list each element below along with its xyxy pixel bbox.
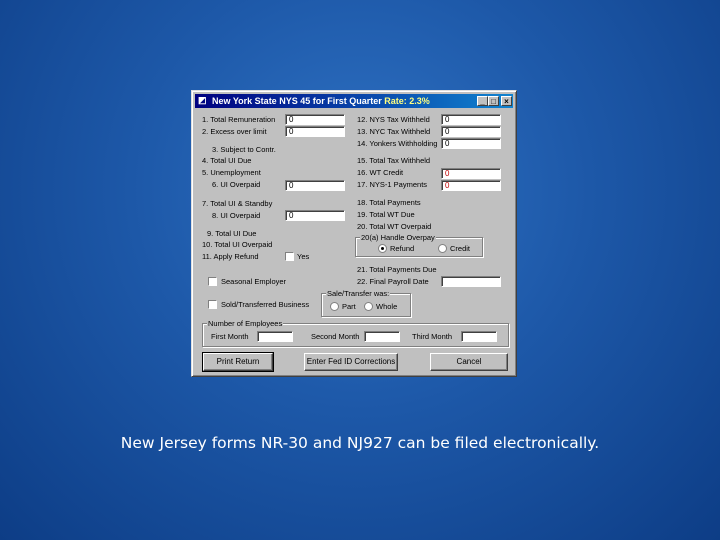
slide-caption: New Jersey forms NR-30 and NJ927 can be … — [120, 434, 600, 452]
seasonal-employer-checkbox[interactable] — [208, 277, 217, 286]
handle-overpay-group: 20(a) Handle Overpay Refund Credit — [355, 233, 483, 257]
refund-label: Refund — [390, 244, 415, 253]
app-icon: ◩ — [198, 95, 207, 105]
line16-label: 16. WT Credit — [357, 168, 404, 177]
line17-label: 17. NYS-1 Payments — [357, 180, 428, 189]
nys-tax-withheld-field[interactable]: 0 — [441, 114, 501, 125]
line13-label: 13. NYC Tax Withheld — [357, 127, 431, 136]
handle-overpay-title: 20(a) Handle Overpay — [360, 233, 436, 242]
line9-label: 9. Total UI Due — [207, 229, 257, 238]
minimize-button[interactable]: _ — [477, 96, 488, 106]
line19-label: 19. Total WT Due — [357, 210, 415, 219]
yes-label: Yes — [297, 252, 310, 261]
sold-transferred-checkbox[interactable] — [208, 300, 217, 309]
close-button[interactable]: × — [501, 96, 512, 106]
sold-transferred-label: Sold/Transferred Business — [221, 300, 310, 309]
first-month-label: First Month — [211, 332, 249, 341]
line4-label: 4. Total UI Due — [202, 156, 252, 165]
wt-credit-field[interactable]: 0 — [441, 168, 501, 179]
employees-group: Number of Employees First Month Second M… — [202, 319, 509, 347]
nys45-dialog: ◩ New York State NYS 45 for First Quarte… — [191, 90, 517, 377]
line10-label: 10. Total UI Overpaid — [202, 240, 273, 249]
first-month-field[interactable] — [257, 331, 293, 342]
ui-overpaid-2-field[interactable]: 0 — [285, 210, 345, 221]
third-month-field[interactable] — [461, 331, 497, 342]
credit-label: Credit — [450, 244, 471, 253]
final-payroll-date-field[interactable] — [441, 276, 501, 287]
ui-overpaid-field[interactable]: 0 — [285, 180, 345, 191]
line22-label: 22. Final Payroll Date — [357, 277, 429, 286]
second-month-field[interactable] — [364, 331, 400, 342]
part-radio[interactable] — [330, 302, 339, 311]
line3-label: 3. Subject to Contr. — [212, 145, 276, 154]
maximize-button[interactable]: □ — [488, 96, 499, 106]
total-remuneration-field[interactable]: 0 — [285, 114, 345, 125]
yonkers-withholding-field[interactable]: 0 — [441, 138, 501, 149]
line11-label: 11. Apply Refund — [202, 252, 259, 261]
line7-label: 7. Total UI & Standby — [202, 199, 273, 208]
line8-label: 8. UI Overpaid — [212, 211, 261, 220]
sale-transfer-group: Sale/Transfer was: Part Whole — [321, 289, 411, 317]
line5-label: 5. Unemployment — [202, 168, 261, 177]
fed-id-corrections-button[interactable]: Enter Fed ID Corrections — [304, 353, 398, 371]
third-month-label: Third Month — [412, 332, 453, 341]
seasonal-employer-label: Seasonal Employer — [221, 277, 287, 286]
window-title: New York State NYS 45 for First Quarter … — [212, 96, 430, 106]
apply-refund-checkbox[interactable] — [285, 252, 294, 261]
sale-transfer-title: Sale/Transfer was: — [326, 289, 391, 298]
title-bar: ◩ New York State NYS 45 for First Quarte… — [195, 94, 513, 108]
whole-label: Whole — [376, 302, 398, 311]
excess-over-limit-field[interactable]: 0 — [285, 126, 345, 137]
second-month-label: Second Month — [311, 332, 360, 341]
refund-radio[interactable] — [378, 244, 387, 253]
nyc-tax-withheld-field[interactable]: 0 — [441, 126, 501, 137]
line12-label: 12. NYS Tax Withheld — [357, 115, 430, 124]
nys1-payments-field[interactable]: 0 — [441, 180, 501, 191]
line18-label: 18. Total Payments — [357, 198, 421, 207]
line1-label: 1. Total Remuneration — [202, 115, 276, 124]
cancel-button[interactable]: Cancel — [430, 353, 508, 371]
whole-radio[interactable] — [364, 302, 373, 311]
line2-label: 2. Excess over limit — [202, 127, 267, 136]
print-return-button[interactable]: Print Return — [202, 352, 274, 372]
line14-label: 14. Yonkers Withholding — [357, 139, 438, 148]
line20-label: 20. Total WT Overpaid — [357, 222, 432, 231]
line15-label: 15. Total Tax Withheld — [357, 156, 431, 165]
credit-radio[interactable] — [438, 244, 447, 253]
employees-title: Number of Employees — [207, 319, 284, 328]
line6-label: 6. UI Overpaid — [212, 180, 261, 189]
line21-label: 21. Total Payments Due — [357, 265, 437, 274]
part-label: Part — [342, 302, 356, 311]
